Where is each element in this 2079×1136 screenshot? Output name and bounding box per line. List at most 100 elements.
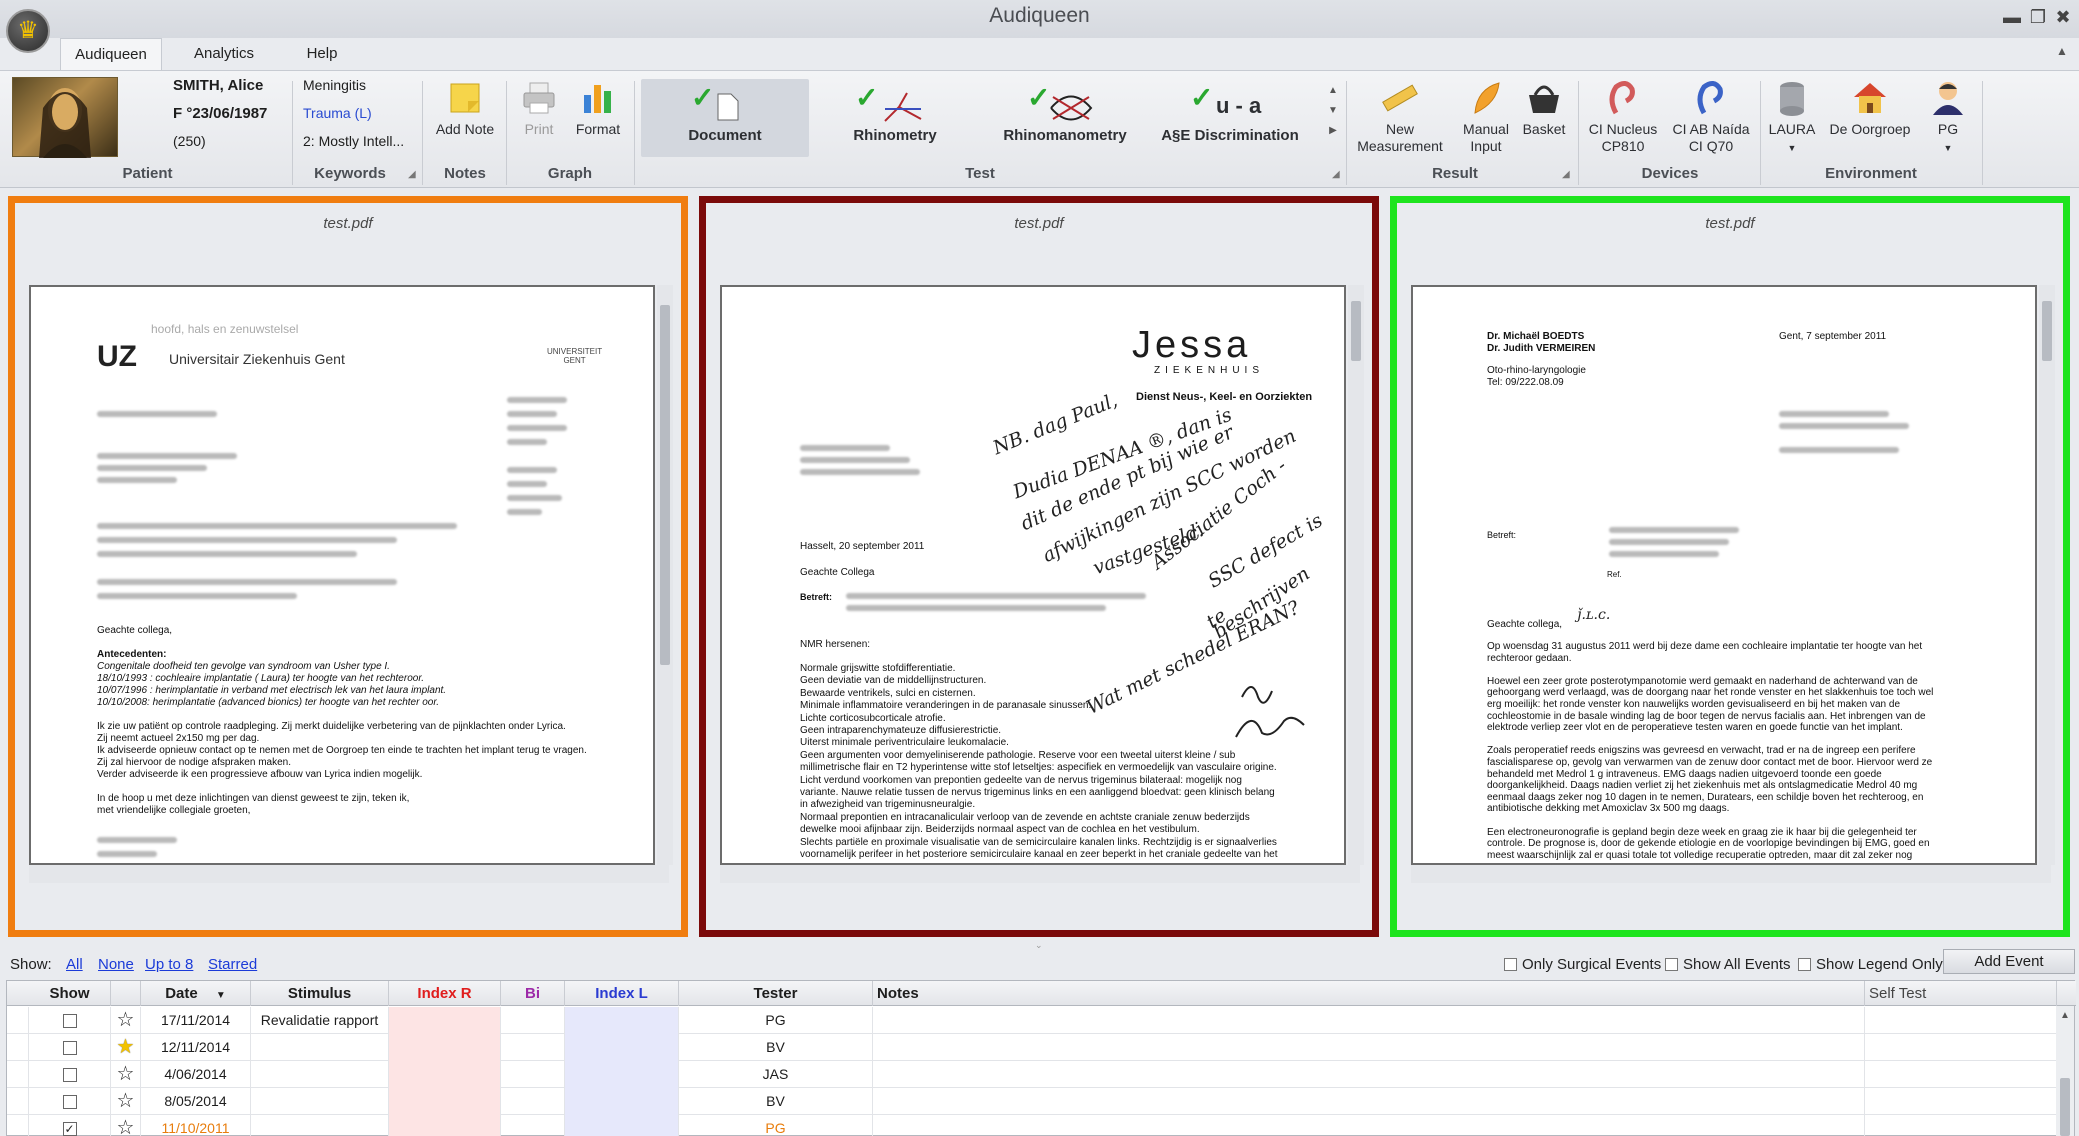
star-filled-icon[interactable]: ★ — [111, 1034, 141, 1061]
show-checkbox[interactable] — [29, 1007, 111, 1034]
column-header-show[interactable]: Show — [29, 981, 111, 1006]
device-naida-button[interactable]: CI AB Naída CI Q70 — [1668, 79, 1754, 155]
star-outline-icon[interactable]: ☆ — [111, 1061, 141, 1088]
tab-help[interactable]: Help — [282, 38, 362, 70]
body-line: Geen intraparenchymateuze diffusierestri… — [800, 725, 1002, 736]
laura-database-button[interactable]: LAURA ▼ — [1766, 79, 1818, 157]
test-gallery-scroll[interactable]: ▲ ▼ ▶ — [1328, 81, 1338, 141]
de-oorgroep-label: De Oorgroep — [1829, 121, 1911, 137]
restore-button[interactable]: ❐ — [2025, 6, 2051, 28]
de-oorgroep-button[interactable]: De Oorgroep — [1824, 79, 1916, 138]
keyword-item[interactable]: Trauma (L) — [303, 105, 372, 121]
stimulus-cell — [251, 1088, 389, 1115]
column-header-bi[interactable]: Bi — [501, 981, 565, 1006]
index-l-cell — [565, 1034, 679, 1061]
stimulus-cell — [251, 1034, 389, 1061]
horizontal-scrollbar[interactable] — [720, 865, 1360, 883]
pdf-page[interactable]: Jessa ZIEKENHUIS Dienst Neus-, Keel- en … — [720, 285, 1346, 865]
filter-up-to-8-link[interactable]: Up to 8 — [145, 956, 193, 973]
group-label-test: Test — [965, 165, 995, 182]
column-header-stimulus[interactable]: Stimulus — [251, 981, 389, 1006]
table-row[interactable]: ✓ ☆ 11/10/2011 PG — [7, 1115, 2057, 1136]
patient-photo[interactable] — [12, 77, 118, 158]
print-button[interactable]: Print — [512, 79, 566, 138]
column-header-self-test[interactable]: Self Test — [1865, 981, 2057, 1006]
date-cell: 4/06/2014 — [141, 1061, 251, 1088]
database-icon — [1780, 82, 1804, 116]
show-checkbox[interactable] — [29, 1088, 111, 1115]
column-header-index-r[interactable]: Index R — [389, 981, 501, 1006]
test-document-button[interactable]: ✓ Document — [641, 79, 809, 157]
bar-chart-icon — [584, 85, 611, 113]
dialog-launcher-icon[interactable]: ◢ — [1562, 169, 1570, 180]
star-outline-icon[interactable]: ☆ — [111, 1115, 141, 1136]
close-button[interactable]: ✖ — [2050, 6, 2076, 28]
pdf-page[interactable]: Dr. Michaël BOEDTS Dr. Judith VERMEIREN … — [1411, 285, 2037, 865]
app-title: Audiqueen — [989, 4, 1090, 27]
basket-button[interactable]: Basket — [1518, 79, 1570, 138]
show-all-events-checkbox[interactable]: Show All Events — [1665, 956, 1791, 973]
vertical-scrollbar[interactable] — [1348, 285, 1364, 865]
ae-glyph: u - a — [1216, 93, 1262, 118]
show-checkbox[interactable] — [29, 1061, 111, 1088]
keyword-item[interactable]: Meningitis — [303, 77, 366, 93]
tab-analytics[interactable]: Analytics — [174, 38, 274, 70]
document-pane-3[interactable]: test.pdf Dr. Michaël BOEDTS Dr. Judith V… — [1390, 196, 2070, 937]
show-checkbox[interactable] — [29, 1034, 111, 1061]
table-row[interactable]: ☆ 8/05/2014 BV — [7, 1088, 2057, 1115]
document-pane-1[interactable]: test.pdf hoofd, hals en zenuwstelsel UZ … — [8, 196, 688, 937]
only-surgical-events-checkbox[interactable]: Only Surgical Events — [1504, 956, 1661, 973]
dialog-launcher-icon[interactable]: ◢ — [408, 169, 416, 180]
group-label-devices: Devices — [1641, 165, 1699, 182]
table-row[interactable]: ☆ 4/06/2014 JAS — [7, 1061, 2057, 1088]
greeting: Geachte collega, — [97, 625, 173, 636]
filter-starred-link[interactable]: Starred — [208, 956, 257, 973]
horizontal-scrollbar[interactable] — [1411, 865, 2051, 883]
body-line: Een electroneuronografie is gepland begi… — [1487, 826, 1917, 838]
handwritten-note: NB. dag Paul, — [989, 389, 1121, 460]
patient-name[interactable]: SMITH, Alice — [173, 77, 263, 94]
dialog-launcher-icon[interactable]: ◢ — [1332, 169, 1340, 180]
column-header-notes[interactable]: Notes — [873, 981, 1865, 1006]
filter-none-link[interactable]: None — [98, 956, 134, 973]
minimize-button[interactable]: ▬ — [1999, 6, 2025, 28]
format-button[interactable]: Format — [570, 79, 626, 138]
notes-cell — [873, 1115, 1865, 1136]
manual-input-button[interactable]: Manual Input — [1456, 79, 1516, 155]
test-rhinomanometry-button[interactable]: ✓ Rhinomanometry — [985, 79, 1145, 157]
user-icon — [1933, 82, 1963, 115]
tab-audiqueen[interactable]: Audiqueen — [60, 38, 162, 70]
star-outline-icon[interactable]: ☆ — [111, 1088, 141, 1115]
horizontal-scrollbar[interactable] — [29, 865, 669, 883]
column-header-star[interactable] — [111, 981, 141, 1006]
body-line: in afwezigheid van trigeminusneuralgie. — [800, 799, 976, 811]
column-header-index-l[interactable]: Index L — [565, 981, 679, 1006]
new-measurement-button[interactable]: New Measurement — [1352, 79, 1448, 155]
body-line: dewelke mooi afijnbaar zijn. Beiderzijds… — [800, 824, 1200, 836]
show-legend-only-checkbox[interactable]: Show Legend Only — [1798, 956, 1943, 973]
body-line: met vriendelijke collegiale groeten, — [97, 805, 251, 816]
vertical-scrollbar[interactable] — [657, 285, 673, 865]
table-row[interactable]: ★ 12/11/2014 BV — [7, 1034, 2057, 1061]
table-row[interactable]: ☆ 17/11/2014 Revalidatie rapport PG — [7, 1007, 2057, 1034]
star-outline-icon[interactable]: ☆ — [111, 1007, 141, 1034]
test-rhinometry-button[interactable]: ✓ Rhinometry — [815, 79, 975, 157]
add-event-button[interactable]: Add Event — [1943, 949, 2075, 974]
add-note-button[interactable]: Add Note — [430, 79, 500, 138]
document-pane-2[interactable]: test.pdf Jessa ZIEKENHUIS Dienst Neus-, … — [699, 196, 1379, 937]
user-pg-button[interactable]: PG ▼ — [1922, 79, 1974, 157]
pdf-page[interactable]: hoofd, hals en zenuwstelsel UZ Universit… — [29, 285, 655, 865]
vertical-scrollbar[interactable] — [2039, 285, 2055, 865]
filter-all-link[interactable]: All — [66, 956, 83, 973]
body-line: erg moeilijk: het ronde venster kon nauw… — [1487, 699, 1901, 710]
body-line: Normale grijswitte stofdifferentiatie. — [800, 663, 956, 674]
show-checkbox[interactable]: ✓ — [29, 1115, 111, 1136]
device-cp810-button[interactable]: CI Nucleus CP810 — [1584, 79, 1662, 155]
keyword-item[interactable]: 2: Mostly Intell... — [303, 133, 404, 149]
collapse-ribbon-icon[interactable]: ▲ — [2056, 44, 2068, 58]
column-header-date[interactable]: Date ▼ — [141, 981, 251, 1006]
test-ae-discrimination-button[interactable]: ✓ u - a A§E Discrimination — [1150, 79, 1310, 157]
column-header-tester[interactable]: Tester — [679, 981, 873, 1006]
crown-icon[interactable]: ♛ — [6, 9, 50, 53]
grid-vertical-scrollbar[interactable]: ▲ — [2056, 1006, 2074, 1136]
